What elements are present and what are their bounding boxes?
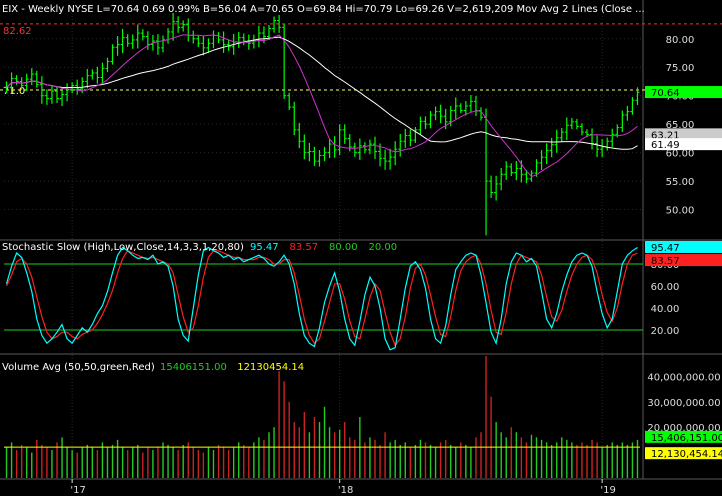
x-tick-label: '19 — [600, 485, 615, 496]
volume-callout: 15,406,151.00 — [651, 433, 722, 444]
x-tick-label: '17 — [70, 485, 85, 496]
reference-line-label: 82.62 — [3, 26, 32, 37]
stoch-tick-label: 60.00 — [651, 282, 680, 293]
stoch-legend-value: 80.00 — [329, 242, 358, 253]
stoch-legend-value: 83.57 — [290, 242, 319, 253]
price-callout: 70.64 — [651, 88, 680, 99]
chart-header-title: EIX - Weekly NYSE L=70.64 0.69 0.99% B=5… — [2, 4, 645, 15]
volume-title: Volume Avg (50,50,green,Red) — [2, 362, 155, 373]
volume-callout: 12,130,454.14 — [651, 449, 722, 460]
stoch-tick-label: 40.00 — [651, 304, 680, 315]
price-tick-label: 50.00 — [666, 206, 695, 217]
stoch-callout: 95.47 — [651, 243, 680, 254]
price-tick-label: 75.00 — [666, 63, 695, 74]
volume-tick-label: 30,000,000.00 — [647, 398, 720, 409]
stoch-legend-value: 20.00 — [369, 242, 398, 253]
stochastic-title: Stochastic Slow (High,Low,Close,14,3,3,1… — [2, 242, 244, 253]
volume-tick-label: 40,000,000.00 — [647, 372, 720, 383]
price-tick-label: 55.00 — [666, 177, 695, 188]
stoch-tick-label: 20.00 — [651, 326, 680, 337]
stoch-legend-value: 95.47 — [250, 242, 279, 253]
x-tick-label: '18 — [338, 485, 353, 496]
price-callout: 61.49 — [651, 140, 680, 151]
stock-chart[interactable]: 82.6271.0 95.47 83.57 80.00 20.00 15406151.… — [0, 0, 722, 496]
price-tick-label: 80.00 — [666, 35, 695, 46]
volume-legend-value: 15406151.00 — [160, 362, 227, 373]
stoch-callout: 83.57 — [651, 256, 680, 267]
volume-legend-value: 12130454.14 — [237, 362, 304, 373]
